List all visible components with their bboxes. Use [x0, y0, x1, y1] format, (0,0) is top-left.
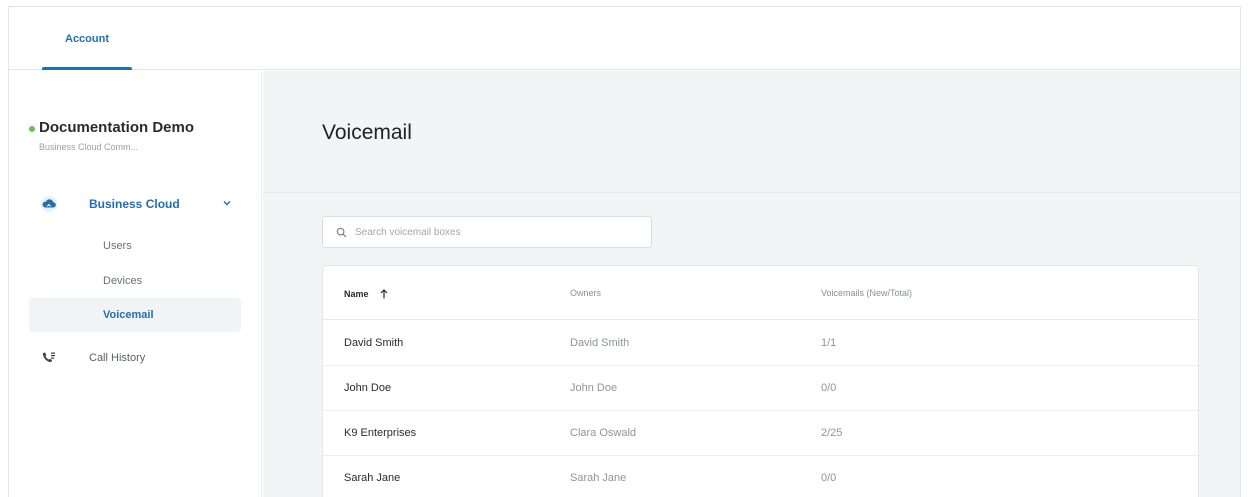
row-name: David Smith: [344, 337, 404, 349]
sidebar-item-label: Voicemail: [103, 309, 154, 321]
table-row[interactable]: K9 Enterprises Clara Oswald 2/25: [323, 411, 1198, 456]
active-tab-indicator: [42, 67, 132, 70]
sidebar-item-voicemail[interactable]: Voicemail: [29, 298, 241, 332]
row-name: Sarah Jane: [344, 472, 401, 484]
column-name-label: Name: [344, 289, 369, 299]
column-voicemails-label: Voicemails (New/Total): [821, 288, 913, 298]
row-owner: David Smith: [570, 337, 630, 349]
arrow-up-icon: [379, 288, 389, 300]
status-dot: [29, 126, 35, 132]
column-header-voicemails[interactable]: Voicemails (New/Total): [821, 288, 912, 298]
row-voicemails: 0/0: [821, 472, 837, 484]
top-navigation: Account: [9, 7, 1240, 70]
sidebar-item-devices[interactable]: Devices: [29, 264, 241, 298]
organization-subtitle: Business Cloud Comm...: [39, 142, 139, 152]
column-owners-label: Owners: [570, 288, 602, 298]
table-row[interactable]: Sarah Jane Sarah Jane 0/0: [323, 456, 1198, 497]
row-name: John Doe: [344, 382, 392, 394]
sidebar-item-label: Users: [103, 240, 132, 252]
sidebar: Documentation Demo Business Cloud Comm..…: [9, 71, 262, 497]
search-icon: [335, 226, 347, 238]
call-history-label: Call History: [89, 352, 146, 364]
row-voicemails: 2/25: [821, 427, 843, 439]
row-owner: Sarah Jane: [570, 472, 627, 484]
page-title: Voicemail: [322, 121, 412, 144]
app-window: Account Documentation Demo Business Clou…: [8, 6, 1241, 497]
organization-name: Documentation Demo: [39, 119, 195, 136]
table-row[interactable]: David Smith David Smith 1/1: [323, 321, 1198, 366]
search-box[interactable]: [322, 216, 652, 248]
sidebar-group-business-cloud[interactable]: Business Cloud: [39, 192, 239, 216]
chevron-down-icon[interactable]: [220, 196, 234, 210]
column-header-name[interactable]: Name: [344, 288, 389, 300]
table-header: Name Owners Voicemails (New/Total): [323, 266, 1198, 320]
main-content: Voicemail Name: [263, 71, 1240, 497]
row-name: K9 Enterprises: [344, 427, 417, 439]
tab-account[interactable]: Account: [42, 7, 132, 70]
row-voicemails: 1/1: [821, 337, 837, 349]
page-header: Voicemail: [263, 71, 1240, 193]
sidebar-group-label: Business Cloud: [89, 197, 180, 211]
row-voicemails: 0/0: [821, 382, 837, 394]
sidebar-item-label: Devices: [103, 275, 143, 287]
cloud-icon: [39, 194, 59, 214]
search-input[interactable]: [355, 226, 635, 238]
column-header-owners[interactable]: Owners: [570, 288, 601, 298]
row-owner: Clara Oswald: [570, 427, 637, 439]
tab-account-label: Account: [65, 32, 109, 45]
voicemail-table: Name Owners Voicemails (New/Total) David…: [322, 265, 1199, 497]
sidebar-item-call-history[interactable]: Call History: [39, 346, 239, 370]
sidebar-item-users[interactable]: Users: [29, 229, 241, 263]
phone-list-icon: [39, 348, 59, 368]
row-owner: John Doe: [570, 382, 618, 394]
table-row[interactable]: John Doe John Doe 0/0: [323, 366, 1198, 411]
